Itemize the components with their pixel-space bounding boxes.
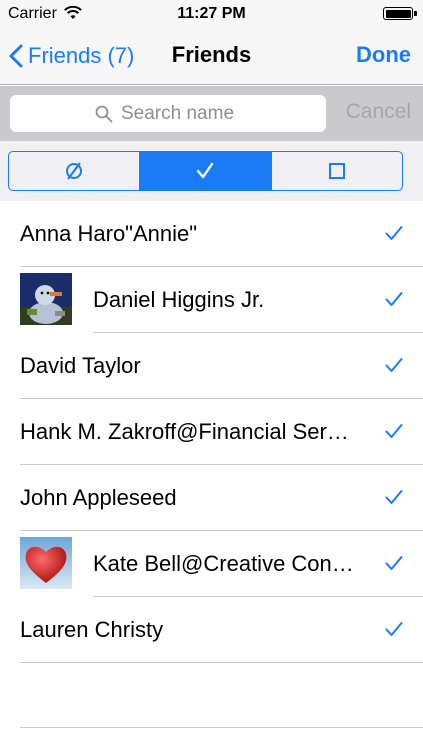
status-time: 11:27 PM (177, 5, 246, 22)
filter-bar (0, 141, 423, 201)
battery-full-icon (383, 7, 417, 20)
avatar-heart (20, 537, 72, 589)
friend-name: Kate Bell@Creative Con… (93, 551, 354, 576)
friend-row[interactable]: Anna Haro"Annie" (0, 201, 423, 267)
friend-row[interactable]: Hank M. Zakroff@Financial Ser… (0, 399, 423, 465)
checkmark-icon (385, 622, 403, 636)
cancel-button[interactable]: Cancel (346, 100, 411, 124)
back-button[interactable]: Friends (7) (8, 40, 134, 72)
friend-name: Lauren Christy (20, 617, 164, 642)
back-button-label: Friends (7) (28, 43, 135, 68)
magnifier-icon (95, 105, 113, 122)
checkmark-icon (385, 424, 403, 438)
friend-name: David Taylor (20, 353, 141, 378)
friend-name: Hank M. Zakroff@Financial Ser… (20, 419, 349, 444)
friend-list: Anna Haro"Annie" Daniel Higgins Jr. Davi… (0, 201, 423, 663)
friend-row[interactable]: Lauren Christy (0, 597, 423, 663)
checkmark-icon (385, 226, 403, 240)
friend-row[interactable]: Daniel Higgins Jr. (0, 267, 423, 333)
checkmark-icon (385, 292, 403, 306)
friend-row[interactable]: David Taylor (0, 333, 423, 399)
segment-unselected[interactable] (270, 152, 402, 190)
search-bar: Cancel (0, 86, 423, 141)
empty-set-icon (66, 162, 83, 180)
segment-none[interactable] (9, 152, 139, 190)
search-input[interactable] (121, 102, 241, 125)
friend-name: John Appleseed (20, 485, 177, 510)
checkmark-icon (197, 162, 214, 179)
navigation-bar: Friends (7) Friends Done (0, 28, 423, 85)
done-button[interactable]: Done (356, 42, 411, 68)
friend-row[interactable]: John Appleseed (0, 465, 423, 531)
status-bar: Carrier 11:27 PM (0, 0, 423, 28)
segment-selected[interactable] (139, 152, 271, 190)
square-icon (328, 163, 345, 179)
search-field[interactable] (10, 95, 326, 132)
row-divider (20, 662, 423, 663)
checkmark-icon (385, 490, 403, 504)
row-divider (20, 727, 423, 728)
avatar-snowman (20, 273, 72, 325)
checkmark-icon (385, 358, 403, 372)
friend-name: Daniel Higgins Jr. (93, 287, 265, 312)
chevron-left-icon (9, 44, 23, 68)
friend-name: Anna Haro"Annie" (20, 221, 198, 246)
friend-row[interactable]: Kate Bell@Creative Con… (0, 531, 423, 597)
filter-segmented-control (8, 151, 403, 191)
checkmark-icon (385, 556, 403, 570)
